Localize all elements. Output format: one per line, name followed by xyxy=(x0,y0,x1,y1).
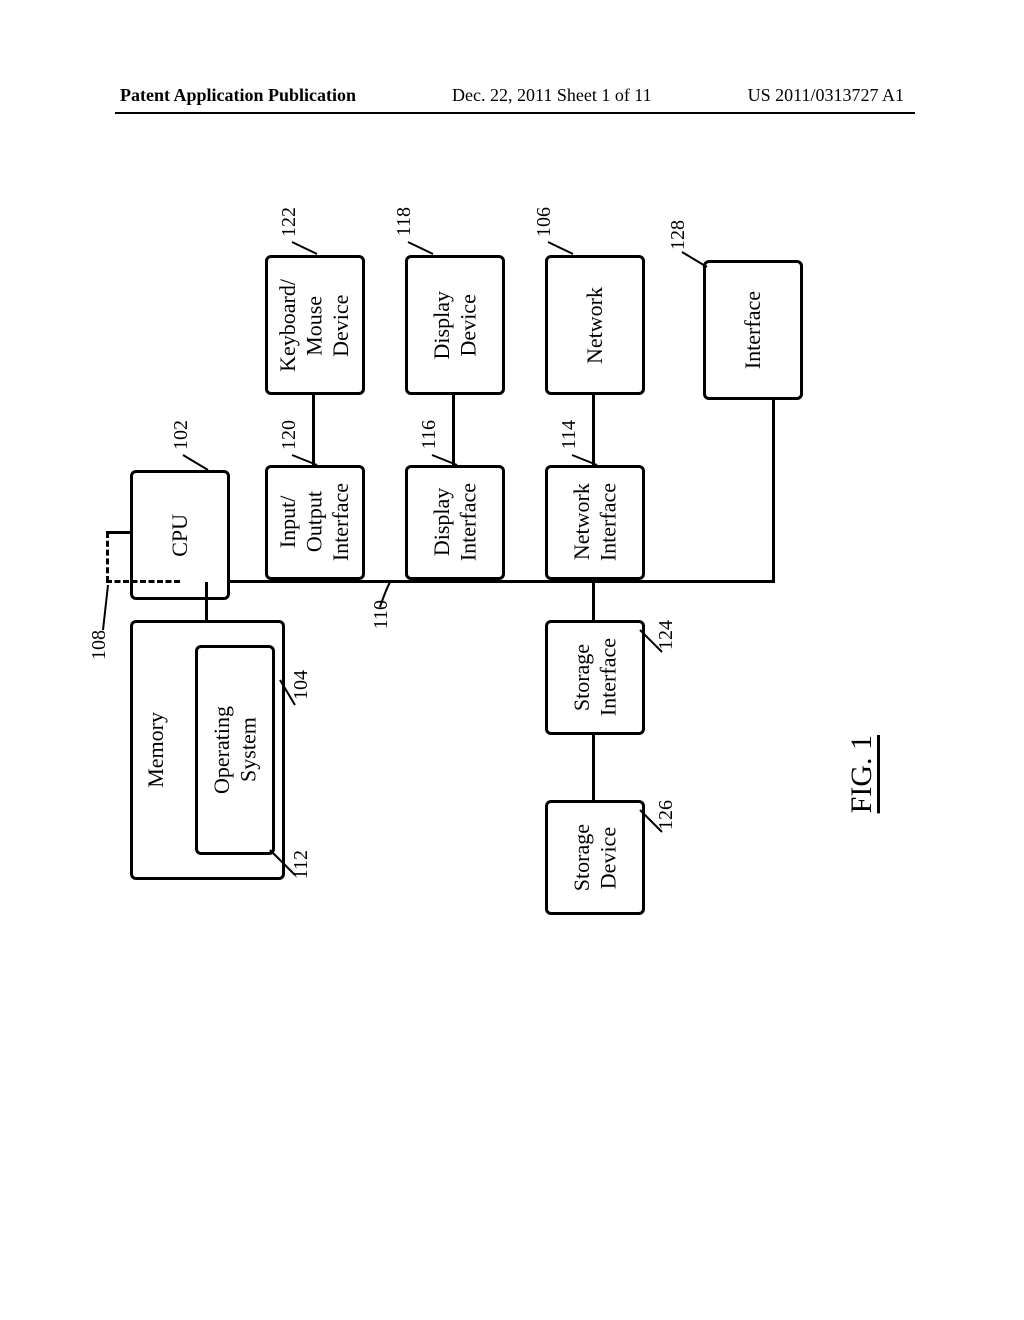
storage-dev-connector xyxy=(592,735,595,800)
leader-126 xyxy=(640,810,665,835)
display-interface-box: Display Interface xyxy=(405,465,505,580)
keyboard-mouse-label: Keyboard/ Mouse Device xyxy=(275,279,354,372)
cpu-dashed xyxy=(106,532,109,582)
leader-102 xyxy=(183,455,213,475)
header-divider xyxy=(115,112,915,114)
cpu-label: CPU xyxy=(167,514,193,557)
leader-112 xyxy=(270,850,300,880)
interface-connector xyxy=(772,400,775,583)
header-left: Patent Application Publication xyxy=(120,85,356,106)
ref-106: 106 xyxy=(533,207,556,237)
network-interface-label: Network Interface xyxy=(569,483,622,561)
display-device-label: Display Device xyxy=(429,291,482,359)
kb-io-connector xyxy=(312,395,315,465)
ref-120: 120 xyxy=(278,420,301,450)
figure-1-diagram: CPU 102 108 Memory Operating System 104 … xyxy=(150,260,870,1160)
storage-interface-box: Storage Interface xyxy=(545,620,645,735)
storage-device-label: Storage Device xyxy=(569,824,622,891)
display-device-box: Display Device xyxy=(405,255,505,395)
bus-dashed xyxy=(106,580,180,583)
leader-120 xyxy=(292,455,322,470)
network-box: Network xyxy=(545,255,645,395)
header-right: US 2011/0313727 A1 xyxy=(748,85,904,106)
leader-116 xyxy=(432,455,462,470)
network-interface-box: Network Interface xyxy=(545,465,645,580)
leader-124 xyxy=(640,630,665,655)
storage-interface-label: Storage Interface xyxy=(569,638,622,716)
ref-122: 122 xyxy=(278,207,301,237)
os-label: Operating System xyxy=(209,706,262,794)
io-interface-label: Input/ Output Interface xyxy=(275,483,354,561)
leader-110 xyxy=(380,582,395,607)
leader-114 xyxy=(572,455,602,470)
net-connector xyxy=(592,395,595,465)
page-header: Patent Application Publication Dec. 22, … xyxy=(0,85,1024,106)
interface-label: Interface xyxy=(740,291,766,369)
disp-connector xyxy=(452,395,455,465)
header-center: Dec. 22, 2011 Sheet 1 of 11 xyxy=(452,85,652,106)
ref-102: 102 xyxy=(170,420,193,450)
leader-104 xyxy=(280,680,300,710)
os-box: Operating System xyxy=(195,645,275,855)
leader-122 xyxy=(292,242,322,262)
ref-128: 128 xyxy=(667,220,690,250)
io-interface-box: Input/ Output Interface xyxy=(265,465,365,580)
storage-if-connector xyxy=(592,582,595,620)
memory-connector xyxy=(205,582,208,620)
keyboard-mouse-box: Keyboard/ Mouse Device xyxy=(265,255,365,395)
storage-device-box: Storage Device xyxy=(545,800,645,915)
ref-116: 116 xyxy=(418,420,441,449)
bus-line xyxy=(180,580,775,583)
leader-108 xyxy=(98,585,113,635)
memory-label: Memory xyxy=(143,712,169,788)
leader-118 xyxy=(408,242,438,262)
network-label: Network xyxy=(582,287,608,364)
ref-118: 118 xyxy=(393,207,416,236)
leader-106 xyxy=(548,242,578,262)
interface-box: Interface xyxy=(703,260,803,400)
ref-114: 114 xyxy=(558,420,581,449)
display-interface-label: Display Interface xyxy=(429,483,482,561)
figure-label: FIG. 1 xyxy=(845,735,879,813)
cpu-connector xyxy=(106,531,130,534)
leader-128 xyxy=(682,252,712,272)
